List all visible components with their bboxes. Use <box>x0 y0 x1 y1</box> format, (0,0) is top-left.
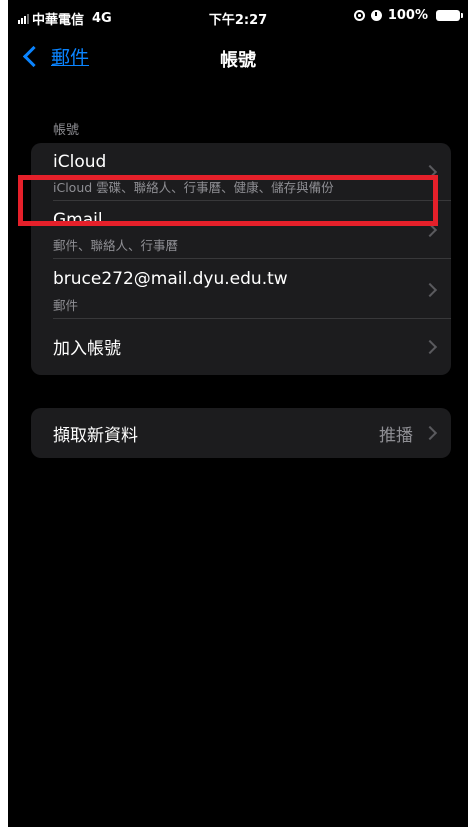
battery-percent: 100% <box>387 8 428 23</box>
account-row-dyu[interactable]: bruce272@mail.dyu.edu.tw 郵件 <box>31 259 451 319</box>
accounts-section-header: 帳號 <box>53 123 80 138</box>
alarm-icon <box>370 10 382 21</box>
add-account-button[interactable]: 加入帳號 <box>31 319 451 375</box>
rotation-lock-icon <box>353 10 365 21</box>
account-title: Gmail <box>53 210 103 230</box>
account-title: bruce272@mail.dyu.edu.tw <box>53 269 288 289</box>
account-subtitle: 郵件 <box>53 298 79 313</box>
fetch-new-data-row[interactable]: 擷取新資料 推播 <box>31 408 451 458</box>
account-subtitle: iCloud 雲碟、聯絡人、行事曆、健康、儲存與備份 <box>53 180 334 195</box>
chevron-right-icon <box>422 282 438 298</box>
status-bar: 中華電信 4G 下午2:27 100% <box>8 0 468 34</box>
chevron-right-icon <box>422 339 438 355</box>
navigation-bar: 郵件 帳號 <box>8 34 468 84</box>
fetch-settings-group: 擷取新資料 推播 <box>31 408 451 458</box>
battery-icon <box>436 10 463 21</box>
fetch-new-data-label: 擷取新資料 <box>53 426 138 446</box>
account-title: iCloud <box>53 152 107 172</box>
chevron-right-icon <box>422 222 438 238</box>
accounts-list: iCloud iCloud 雲碟、聯絡人、行事曆、健康、儲存與備份 Gmail … <box>31 143 451 375</box>
status-right: 100% <box>353 8 463 23</box>
chevron-right-icon <box>422 425 438 441</box>
account-row-icloud[interactable]: iCloud iCloud 雲碟、聯絡人、行事曆、健康、儲存與備份 <box>31 143 451 201</box>
settings-screen: 中華電信 4G 下午2:27 100% 郵件 帳號 帳號 iCloud iClo… <box>8 0 468 827</box>
page-title: 帳號 <box>220 50 256 71</box>
fetch-mode-value: 推播 <box>379 426 413 446</box>
account-subtitle: 郵件、聯絡人、行事曆 <box>53 238 179 253</box>
account-row-gmail[interactable]: Gmail 郵件、聯絡人、行事曆 <box>31 201 451 259</box>
add-account-label: 加入帳號 <box>53 339 121 359</box>
chevron-right-icon <box>422 164 438 180</box>
